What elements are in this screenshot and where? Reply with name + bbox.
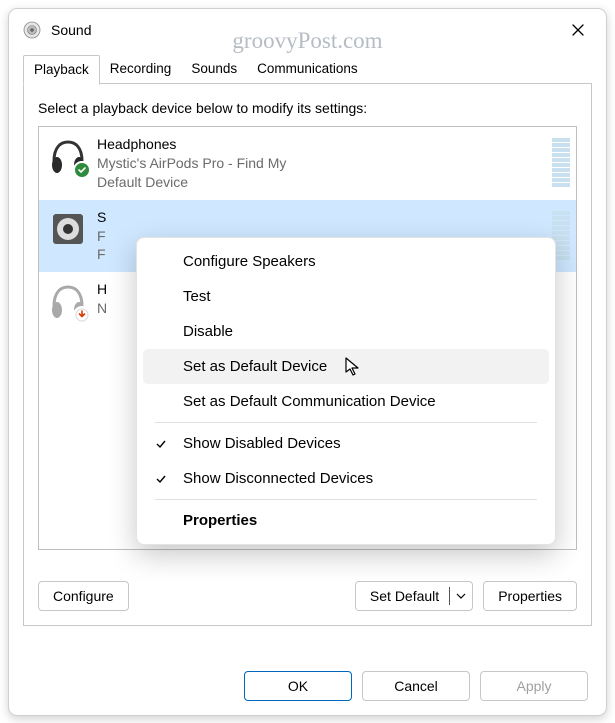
menu-test[interactable]: Test (143, 279, 549, 314)
set-default-dropdown[interactable] (450, 582, 472, 610)
menu-properties[interactable]: Properties (143, 503, 549, 538)
check-badge-icon (73, 161, 91, 179)
device-status: Default Device (97, 173, 546, 192)
tabs: Playback Recording Sounds Communications (9, 55, 606, 84)
menu-set-default-device[interactable]: Set as Default Device (143, 349, 549, 384)
titlebar: Sound (9, 9, 606, 51)
menu-separator (155, 499, 537, 500)
disconnected-badge-icon (73, 306, 91, 324)
chevron-down-icon (456, 593, 466, 599)
tab-playback[interactable]: Playback (23, 55, 100, 85)
device-subtitle: Mystic's AirPods Pro - Find My (97, 154, 546, 173)
instruction-text: Select a playback device below to modify… (38, 100, 577, 116)
cancel-button[interactable]: Cancel (362, 671, 470, 701)
menu-separator (155, 422, 537, 423)
menu-show-disabled[interactable]: Show Disabled Devices (143, 426, 549, 461)
close-button[interactable] (556, 14, 600, 46)
menu-set-default-comm-device[interactable]: Set as Default Communication Device (143, 384, 549, 419)
headphones-icon (47, 280, 89, 322)
context-menu: Configure Speakers Test Disable Set as D… (136, 237, 556, 545)
configure-button[interactable]: Configure (38, 581, 129, 611)
device-info: Headphones Mystic's AirPods Pro - Find M… (97, 135, 546, 192)
apply-button[interactable]: Apply (480, 671, 588, 701)
properties-button[interactable]: Properties (483, 581, 577, 611)
set-default-split-button: Set Default (355, 581, 473, 611)
headphones-icon (47, 135, 89, 177)
device-name: S (97, 208, 546, 227)
ok-button[interactable]: OK (244, 671, 352, 701)
device-name: Headphones (97, 135, 546, 154)
menu-disable[interactable]: Disable (143, 314, 549, 349)
sound-dialog: Sound Playback Recording Sounds Communic… (8, 8, 607, 716)
tab-sounds[interactable]: Sounds (181, 55, 247, 84)
check-icon (155, 437, 169, 451)
tab-communications[interactable]: Communications (247, 55, 368, 84)
menu-configure-speakers[interactable]: Configure Speakers (143, 244, 549, 279)
level-meter (552, 135, 570, 187)
footer-buttons: OK Cancel Apply (244, 671, 588, 701)
close-icon (572, 24, 584, 36)
set-default-button[interactable]: Set Default (356, 582, 449, 610)
check-icon (155, 472, 169, 486)
device-item[interactable]: Headphones Mystic's AirPods Pro - Find M… (39, 127, 576, 200)
window-title: Sound (51, 22, 91, 38)
sound-icon (23, 21, 41, 39)
menu-show-disconnected[interactable]: Show Disconnected Devices (143, 461, 549, 496)
inner-button-row: Configure Set Default Properties (38, 581, 577, 611)
tab-recording[interactable]: Recording (100, 55, 182, 84)
speaker-icon (47, 208, 89, 250)
